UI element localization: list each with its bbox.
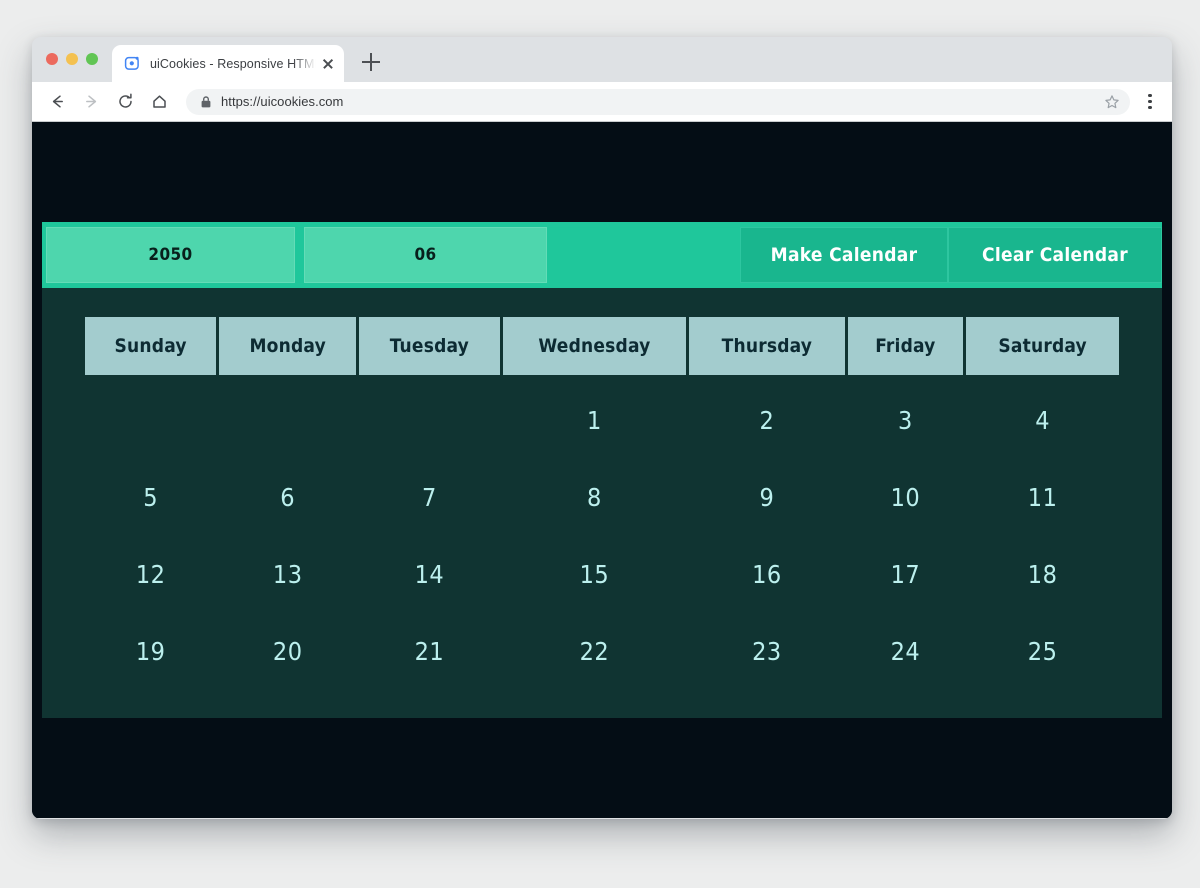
- month-input[interactable]: 06: [304, 227, 547, 283]
- calendar-day-cell[interactable]: 2: [689, 375, 844, 459]
- browser-tabstrip: uiCookies - Responsive HTML: [32, 37, 1172, 82]
- weekday-header-tuesday: Tuesday: [359, 317, 500, 375]
- kebab-menu-icon[interactable]: [1138, 89, 1162, 115]
- home-icon[interactable]: [144, 87, 174, 117]
- calendar-day-cell[interactable]: 29: [503, 690, 687, 718]
- calendar-day-cell[interactable]: 15: [503, 536, 687, 613]
- tab-title: uiCookies - Responsive HTML: [150, 56, 316, 71]
- address-bar[interactable]: https://uicookies.com: [186, 88, 1130, 115]
- page-viewport: 2050 06 Make Calendar Clear Calendar Sun…: [32, 122, 1172, 818]
- calendar-day-cell[interactable]: 9: [689, 459, 844, 536]
- calendar-day-cell[interactable]: 7: [359, 459, 500, 536]
- calendar-day-cell[interactable]: 6: [219, 459, 356, 536]
- calendar-week-row: 26 27 28 29 30: [85, 690, 1119, 718]
- close-window-button[interactable]: [46, 53, 58, 65]
- calendar-control-bar: 2050 06 Make Calendar Clear Calendar: [42, 222, 1162, 288]
- bookmark-square-icon: [124, 56, 139, 70]
- close-icon[interactable]: [320, 56, 336, 72]
- calendar-day-cell[interactable]: 23: [689, 613, 844, 690]
- calendar-table-head: Sunday Monday Tuesday Wednesday Thursday…: [85, 317, 1119, 375]
- calendar-day-cell[interactable]: 8: [503, 459, 687, 536]
- calendar-day-cell[interactable]: 13: [219, 536, 356, 613]
- calendar-day-cell[interactable]: 12: [85, 536, 216, 613]
- calendar-day-cell[interactable]: 27: [219, 690, 356, 718]
- page-top-spacer: [32, 122, 1172, 222]
- arrow-right-icon[interactable]: [76, 87, 106, 117]
- calendar-week-row: 19 20 21 22 23 24 25: [85, 613, 1119, 690]
- calendar-day-cell[interactable]: 22: [503, 613, 687, 690]
- browser-tab[interactable]: uiCookies - Responsive HTML: [112, 45, 344, 82]
- year-input[interactable]: 2050: [46, 227, 295, 283]
- calendar-day-cell[interactable]: 1: [503, 375, 687, 459]
- calendar-day-cell[interactable]: 5: [85, 459, 216, 536]
- calendar-day-cell[interactable]: 3: [848, 375, 964, 459]
- minimize-window-button[interactable]: [66, 53, 78, 65]
- calendar-day-cell[interactable]: 24: [848, 613, 964, 690]
- calendar-table-body: 1 2 3 4 5 6 7 8 9 10 11 12 13 14 15 16 1…: [85, 375, 1119, 718]
- clear-calendar-button[interactable]: Clear Calendar: [948, 227, 1162, 283]
- control-bar-spacer: [547, 227, 740, 283]
- arrow-left-icon[interactable]: [42, 87, 72, 117]
- calendar-day-cell[interactable]: 18: [966, 536, 1119, 613]
- weekday-header-wednesday: Wednesday: [502, 317, 687, 375]
- calendar-day-cell[interactable]: 19: [85, 613, 216, 690]
- plus-icon[interactable]: [360, 51, 382, 73]
- calendar-day-cell[interactable]: 4: [966, 375, 1119, 459]
- calendar-day-cell[interactable]: 25: [966, 613, 1119, 690]
- calendar-day-cell[interactable]: 14: [359, 536, 500, 613]
- browser-toolbar: https://uicookies.com: [32, 82, 1172, 122]
- reload-icon[interactable]: [110, 87, 140, 117]
- calendar-day-cell[interactable]: 20: [219, 613, 356, 690]
- calendar-body: Sunday Monday Tuesday Wednesday Thursday…: [42, 288, 1162, 718]
- calendar-day-cell[interactable]: [848, 690, 964, 718]
- calendar-day-cell[interactable]: [359, 375, 500, 459]
- calendar-day-cell[interactable]: 16: [689, 536, 844, 613]
- weekday-header-row: Sunday Monday Tuesday Wednesday Thursday…: [85, 317, 1119, 375]
- lock-icon: [201, 95, 211, 107]
- calendar-day-cell[interactable]: 30: [689, 690, 844, 718]
- calendar-week-row: 1 2 3 4: [85, 375, 1119, 459]
- calendar-day-cell[interactable]: 26: [85, 690, 216, 718]
- calendar-day-cell[interactable]: 21: [359, 613, 500, 690]
- weekday-header-sunday: Sunday: [85, 317, 217, 375]
- star-icon[interactable]: [1104, 94, 1120, 110]
- make-calendar-button[interactable]: Make Calendar: [740, 227, 948, 283]
- weekday-header-monday: Monday: [219, 317, 357, 375]
- page-bottom-spacer: [32, 718, 1172, 818]
- window-traffic-lights: [46, 53, 98, 65]
- calendar-week-row: 5 6 7 8 9 10 11: [85, 459, 1119, 536]
- calendar-day-cell[interactable]: [966, 690, 1119, 718]
- weekday-header-thursday: Thursday: [689, 317, 845, 375]
- url-text: https://uicookies.com: [221, 94, 344, 109]
- calendar-day-cell[interactable]: 11: [966, 459, 1119, 536]
- maximize-window-button[interactable]: [86, 53, 98, 65]
- calendar-table: Sunday Monday Tuesday Wednesday Thursday…: [82, 317, 1122, 718]
- weekday-header-friday: Friday: [847, 317, 964, 375]
- calendar-day-cell[interactable]: 17: [848, 536, 964, 613]
- calendar-day-cell[interactable]: 28: [359, 690, 500, 718]
- calendar-app: 2050 06 Make Calendar Clear Calendar Sun…: [42, 222, 1162, 718]
- weekday-header-saturday: Saturday: [966, 317, 1119, 375]
- calendar-day-cell[interactable]: [219, 375, 356, 459]
- calendar-week-row: 12 13 14 15 16 17 18: [85, 536, 1119, 613]
- browser-window: uiCookies - Responsive HTML https://uico…: [32, 37, 1172, 819]
- calendar-day-cell[interactable]: 10: [848, 459, 964, 536]
- calendar-day-cell[interactable]: [85, 375, 216, 459]
